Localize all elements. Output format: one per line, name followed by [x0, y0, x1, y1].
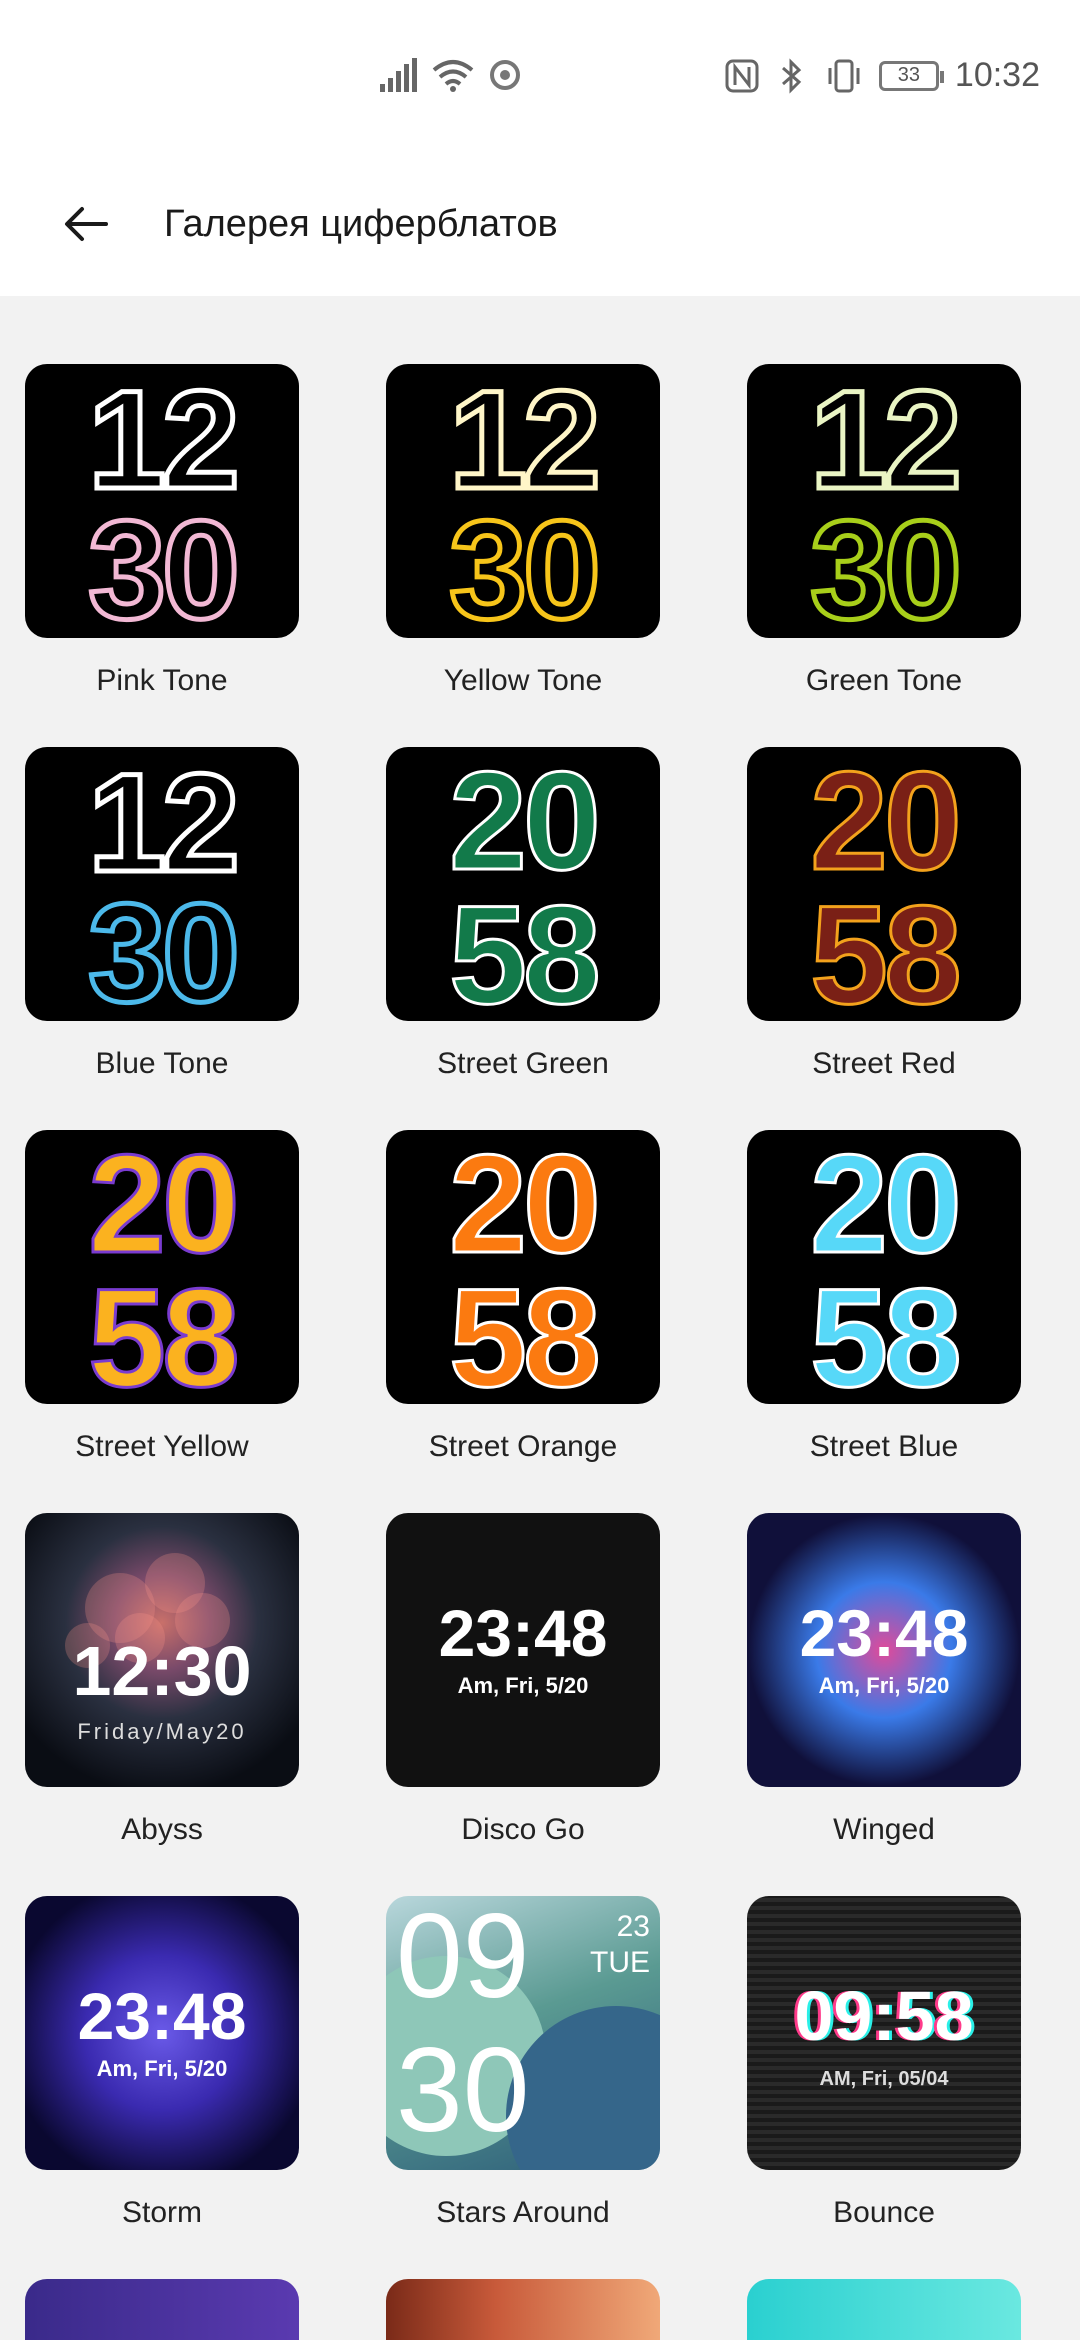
face-digits: 20 [448, 1130, 603, 1282]
watch-face-item[interactable]: 20 58 Street Orange [361, 1130, 661, 1513]
arrow-left-icon [65, 207, 108, 241]
face-digits: 58 [809, 1259, 964, 1404]
vibrate-icon [828, 59, 860, 92]
battery-level: 33 [897, 64, 921, 86]
face-time: 23:48 [77, 1979, 247, 2053]
face-digits: 30 [447, 491, 604, 638]
watch-face-thumbnail-partial[interactable] [25, 2279, 299, 2340]
watch-face-thumbnail[interactable]: 20 58 [386, 747, 660, 1021]
face-digits: 20 [87, 1130, 242, 1282]
watch-face-label: Stars Around [436, 2196, 610, 2229]
watch-face-thumbnail[interactable]: 09 30 23 TUE [386, 1896, 660, 2170]
watch-face-label: Pink Tone [96, 664, 228, 697]
watch-face-label: Street Yellow [75, 1430, 249, 1463]
watch-face-thumbnail-partial[interactable] [747, 2279, 1021, 2340]
face-date: Am, Fri, 5/20 [457, 1673, 589, 1698]
watch-face-thumbnail[interactable]: 20 58 [747, 747, 1021, 1021]
watch-face-item[interactable]: 20 58 Street Green [361, 747, 661, 1130]
watch-face-item[interactable]: 12 30 Yellow Tone [361, 364, 661, 747]
status-bar: 33 10:32 [0, 0, 1080, 160]
face-digits: 20 [448, 747, 603, 899]
face-time: 09:58 [794, 1977, 974, 2055]
watch-face-thumbnail[interactable]: 20 58 [386, 1130, 660, 1404]
watch-face-thumbnail[interactable]: 12 30 [386, 364, 660, 638]
watch-face-thumbnail[interactable]: 20 58 [25, 1130, 299, 1404]
watch-face-thumbnail[interactable]: 23:48 Am, Fri, 5/20 [386, 1513, 660, 1787]
status-right-icons: 33 10:32 [725, 56, 1040, 95]
wifi-icon [432, 60, 474, 92]
watch-face-label: Winged [833, 1813, 935, 1846]
watch-face-item[interactable]: 20 58 Street Yellow [0, 1130, 300, 1513]
face-digits: 30 [86, 491, 243, 638]
watch-face-item[interactable]: 23:48 Am, Fri, 5/20 Winged [722, 1513, 1022, 1896]
watch-face-label: Street Red [812, 1047, 956, 1080]
face-date: Am, Fri, 5/20 [818, 1673, 950, 1698]
face-digits: 12 [447, 364, 604, 518]
face-digits: 20 [809, 747, 964, 899]
signal-icon [380, 58, 417, 92]
watch-face-item[interactable]: 12:30 Friday/May20 Abyss [0, 1513, 300, 1896]
face-weekday: TUE [590, 1946, 650, 1979]
face-digits: 12 [86, 747, 243, 901]
watch-face-item[interactable]: 09 30 23 TUE Stars Around [361, 1896, 661, 2279]
bluetooth-icon [781, 57, 802, 94]
sync-icon [490, 60, 520, 90]
watch-face-label: Bounce [833, 2196, 935, 2229]
watch-face-thumbnail[interactable]: 09:58 AM, Fri, 05/04 [747, 1896, 1021, 2170]
watch-face-label: Yellow Tone [443, 664, 603, 697]
watch-face-label: Storm [121, 2196, 202, 2229]
face-hour: 09 [396, 1896, 530, 2023]
watch-face-item[interactable]: 12 30 Pink Tone [0, 364, 300, 747]
watch-face-item[interactable]: 12 30 Blue Tone [0, 747, 300, 1130]
back-button[interactable] [58, 196, 114, 252]
watch-face-thumbnail[interactable]: 12 30 [25, 364, 299, 638]
battery-icon: 33 [878, 60, 944, 91]
watch-face-label: Street Orange [428, 1430, 618, 1463]
watch-face-label: Abyss [121, 1813, 203, 1846]
watch-face-label: Street Green [437, 1047, 609, 1080]
face-digits: 58 [809, 876, 964, 1021]
watch-face-item[interactable]: 09:58 AM, Fri, 05/04 Bounce [722, 1896, 1022, 2279]
watch-face-item[interactable]: 12 30 Green Tone [722, 364, 1022, 747]
watch-face-label: Blue Tone [95, 1047, 229, 1080]
watch-face-item[interactable]: 20 58 Street Blue [722, 1130, 1022, 1513]
face-minute: 30 [396, 2023, 530, 2157]
face-time: 12:30 [72, 1632, 252, 1710]
face-digits: 58 [448, 1259, 603, 1404]
face-date: Am, Fri, 5/20 [96, 2056, 228, 2081]
watch-face-label: Green Tone [805, 664, 963, 697]
face-digits: 30 [808, 491, 965, 638]
face-time: 23:48 [799, 1596, 969, 1670]
watch-face-label: Street Blue [809, 1430, 959, 1463]
watch-face-thumbnail[interactable]: 12:30 Friday/May20 [25, 1513, 299, 1787]
status-time: 10:32 [954, 56, 1040, 94]
face-digits: 12 [808, 364, 965, 518]
watch-face-item[interactable]: 20 58 Street Red [722, 747, 1022, 1130]
face-digits: 12 [86, 364, 243, 518]
watch-face-item[interactable]: 23:48 Am, Fri, 5/20 Disco Go [361, 1513, 661, 1896]
status-left-icons [378, 58, 522, 92]
face-date: AM, Fri, 05/04 [819, 2068, 949, 2090]
watch-face-thumbnail-partial[interactable] [386, 2279, 660, 2340]
watch-face-gallery: 12 30 Pink Tone 12 30 Yellow Tone 12 30 Green To… [0, 296, 1080, 2340]
watch-face-label: Disco Go [461, 1813, 585, 1846]
face-digits: 58 [87, 1259, 242, 1404]
nfc-icon [725, 59, 759, 92]
watch-face-thumbnail[interactable]: 20 58 [747, 1130, 1021, 1404]
face-date: Friday/May20 [77, 1719, 247, 1744]
page-title: Галерея циферблатов [164, 203, 558, 245]
watch-face-thumbnail[interactable]: 12 30 [747, 364, 1021, 638]
watch-face-item[interactable]: 23:48 Am, Fri, 5/20 Storm [0, 1896, 300, 2279]
face-digits: 58 [448, 876, 603, 1021]
face-digits: 20 [809, 1130, 964, 1282]
watch-face-thumbnail[interactable]: 23:48 Am, Fri, 5/20 [25, 1896, 299, 2170]
watch-face-thumbnail[interactable]: 12 30 [25, 747, 299, 1021]
face-day: 23 [616, 1910, 650, 1943]
face-time: 23:48 [438, 1596, 608, 1670]
watch-face-thumbnail[interactable]: 23:48 Am, Fri, 5/20 [747, 1513, 1021, 1787]
face-digits: 30 [86, 874, 243, 1021]
